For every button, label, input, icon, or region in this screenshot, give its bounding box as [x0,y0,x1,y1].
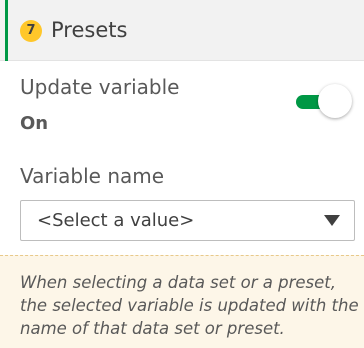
update-variable-state: On [20,113,49,134]
info-box: When selecting a data set or a preset, t… [0,255,364,348]
step-number-badge: 7 [20,20,42,42]
variable-name-select[interactable]: <Select a value> [20,200,355,241]
header-accent-bar [5,0,8,61]
section-title: Presets [51,18,128,42]
info-text: When selecting a data set or a preset, t… [20,273,359,338]
variable-name-label: Variable name [20,164,165,188]
update-variable-toggle[interactable] [296,84,356,120]
caret-down-icon [324,215,340,226]
toggle-knob[interactable] [318,84,352,118]
select-value: <Select a value> [37,210,195,231]
presets-panel: 7 Presets Update variable On Variable na… [0,0,364,348]
section-header[interactable]: 7 Presets [0,0,364,61]
update-variable-label: Update variable [20,75,180,99]
